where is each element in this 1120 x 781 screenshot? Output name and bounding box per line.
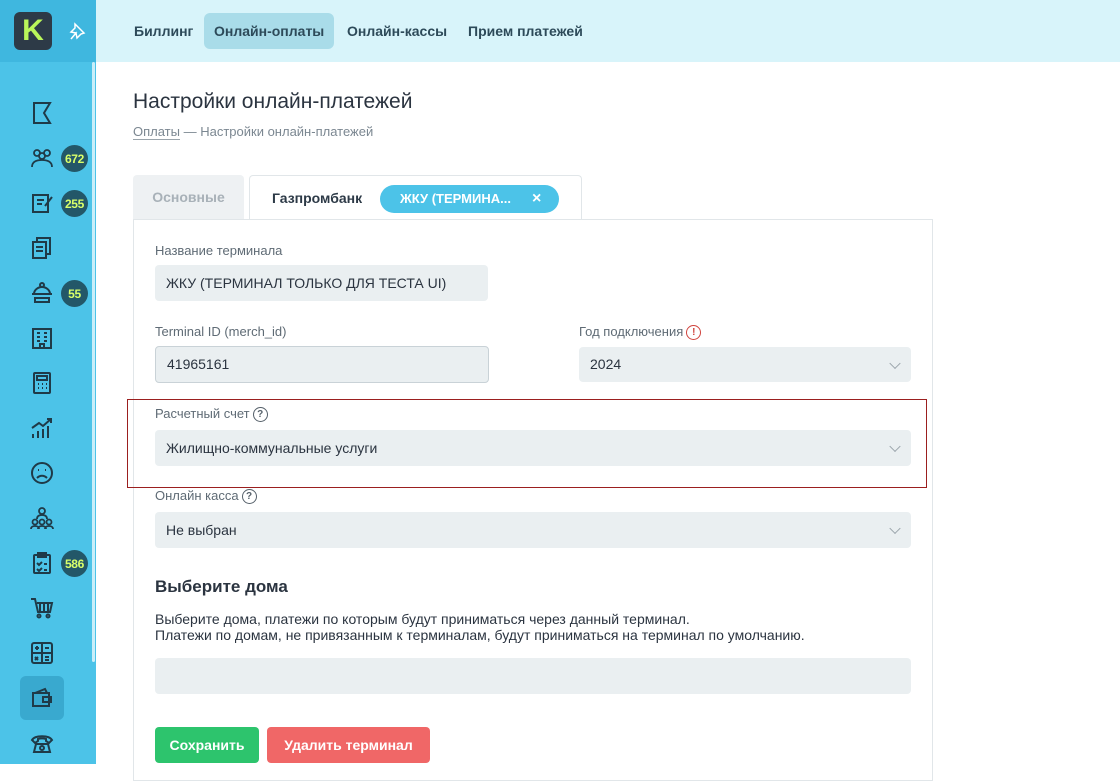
wallet-icon <box>32 687 52 707</box>
sidebar-item-documents[interactable] <box>20 226 64 270</box>
team-icon <box>30 507 54 530</box>
sidebar-item-flag[interactable] <box>20 91 64 135</box>
terminal-name-label: Название терминала <box>155 243 283 258</box>
close-icon[interactable]: × <box>532 185 541 213</box>
pin-icon[interactable] <box>68 22 86 40</box>
tab-gazprombank-label: Газпромбанк <box>272 190 363 206</box>
sidebar-item-cart[interactable] <box>20 586 64 630</box>
houses-description-1: Выберите дома, платежи по которым будут … <box>155 611 690 627</box>
terminal-name-field[interactable]: ЖКУ (ТЕРМИНАЛ ТОЛЬКО ДЛЯ ТЕСТА UI) <box>155 265 488 301</box>
sidebar-item-tasks[interactable] <box>20 541 64 585</box>
terminal-chip[interactable]: ЖКУ (ТЕРМИНА... × <box>380 185 559 213</box>
topnav-online-cashboxes[interactable]: Онлайн-кассы <box>337 13 457 49</box>
sidebar-item-people[interactable] <box>20 136 64 180</box>
houses-description-2: Платежи по домам, не привязанным к терми… <box>155 627 805 643</box>
cart-icon <box>31 598 54 619</box>
sidebar-item-team[interactable] <box>20 496 64 540</box>
year-select[interactable]: 2024 <box>579 347 911 382</box>
people-icon <box>31 149 53 168</box>
highlight-box <box>127 399 927 488</box>
breadcrumb-current: Настройки онлайн-платежей <box>200 124 374 139</box>
sad-face-icon <box>31 462 53 484</box>
year-label-text: Год подключения <box>579 324 684 339</box>
topnav-billing[interactable]: Биллинг <box>124 13 203 49</box>
sidebar-item-math[interactable] <box>20 631 64 675</box>
cashbox-label-text: Онлайн касса <box>155 488 239 503</box>
math-icon <box>31 642 53 664</box>
sidebar-item-building[interactable] <box>20 316 64 360</box>
cashbox-label: Онлайн касса? <box>155 488 257 505</box>
houses-title: Выберите дома <box>155 577 288 596</box>
sidebar-item-service[interactable] <box>20 271 64 315</box>
badge-notes: 255 <box>61 190 88 217</box>
terminal-id-field[interactable]: 41965161 <box>155 346 489 383</box>
badge-people: 672 <box>61 145 88 172</box>
help-icon[interactable]: ? <box>241 489 257 505</box>
save-button[interactable]: Сохранить <box>155 727 259 763</box>
sidebar-item-analytics[interactable] <box>20 406 64 450</box>
terminal-chip-label: ЖКУ (ТЕРМИНА... <box>400 191 511 206</box>
sidebar-item-complaints[interactable] <box>20 451 64 495</box>
checklist-icon <box>33 552 51 574</box>
year-label: Год подключения! <box>579 324 702 341</box>
tab-gazprombank[interactable]: Газпромбанк ЖКУ (ТЕРМИНА... × <box>249 175 582 221</box>
topnav-payment-acceptance[interactable]: Прием платежей <box>458 13 593 49</box>
chevron-down-icon <box>889 357 901 369</box>
warning-icon[interactable]: ! <box>686 325 702 341</box>
badge-tasks: 586 <box>61 550 88 577</box>
phone-icon <box>30 735 54 753</box>
cashbox-select[interactable]: Не выбран <box>155 512 911 548</box>
delete-terminal-button[interactable]: Удалить терминал <box>267 727 430 763</box>
breadcrumb: Оплаты — Настройки онлайн-платежей <box>133 124 374 140</box>
growth-chart-icon <box>31 418 52 438</box>
breadcrumb-separator: — <box>179 124 201 139</box>
sidebar-item-calculator[interactable] <box>20 361 64 405</box>
flag-icon <box>33 102 52 124</box>
terminal-name-value: ЖКУ (ТЕРМИНАЛ ТОЛЬКО ДЛЯ ТЕСТА UI) <box>166 275 447 291</box>
sidebar-item-notes[interactable] <box>20 181 64 225</box>
service-icon <box>32 282 52 303</box>
cashbox-value: Не выбран <box>166 522 237 538</box>
page-title: Настройки онлайн-платежей <box>133 90 413 113</box>
badge-service: 55 <box>61 280 88 307</box>
chevron-down-icon <box>889 522 901 535</box>
houses-select[interactable] <box>155 658 911 694</box>
sidebar-item-phone[interactable] <box>20 721 64 765</box>
sidebar: K 672 255 55 586 <box>0 0 96 764</box>
calculator-icon <box>33 372 51 394</box>
documents-icon <box>32 237 51 259</box>
terminal-id-label: Terminal ID (merch_id) <box>155 324 287 339</box>
year-value: 2024 <box>590 356 622 372</box>
app-logo[interactable]: K <box>14 12 52 50</box>
breadcrumb-link-payments[interactable]: Оплаты <box>133 124 180 140</box>
sidebar-item-wallet[interactable] <box>20 676 64 720</box>
topnav-online-payments[interactable]: Онлайн-оплаты <box>204 13 335 49</box>
building-icon <box>32 328 52 349</box>
sidebar-scrollbar[interactable] <box>92 62 95 662</box>
terminal-id-value: 41965161 <box>167 356 230 372</box>
note-edit-icon <box>32 194 53 213</box>
tab-main[interactable]: Основные <box>133 175 244 219</box>
